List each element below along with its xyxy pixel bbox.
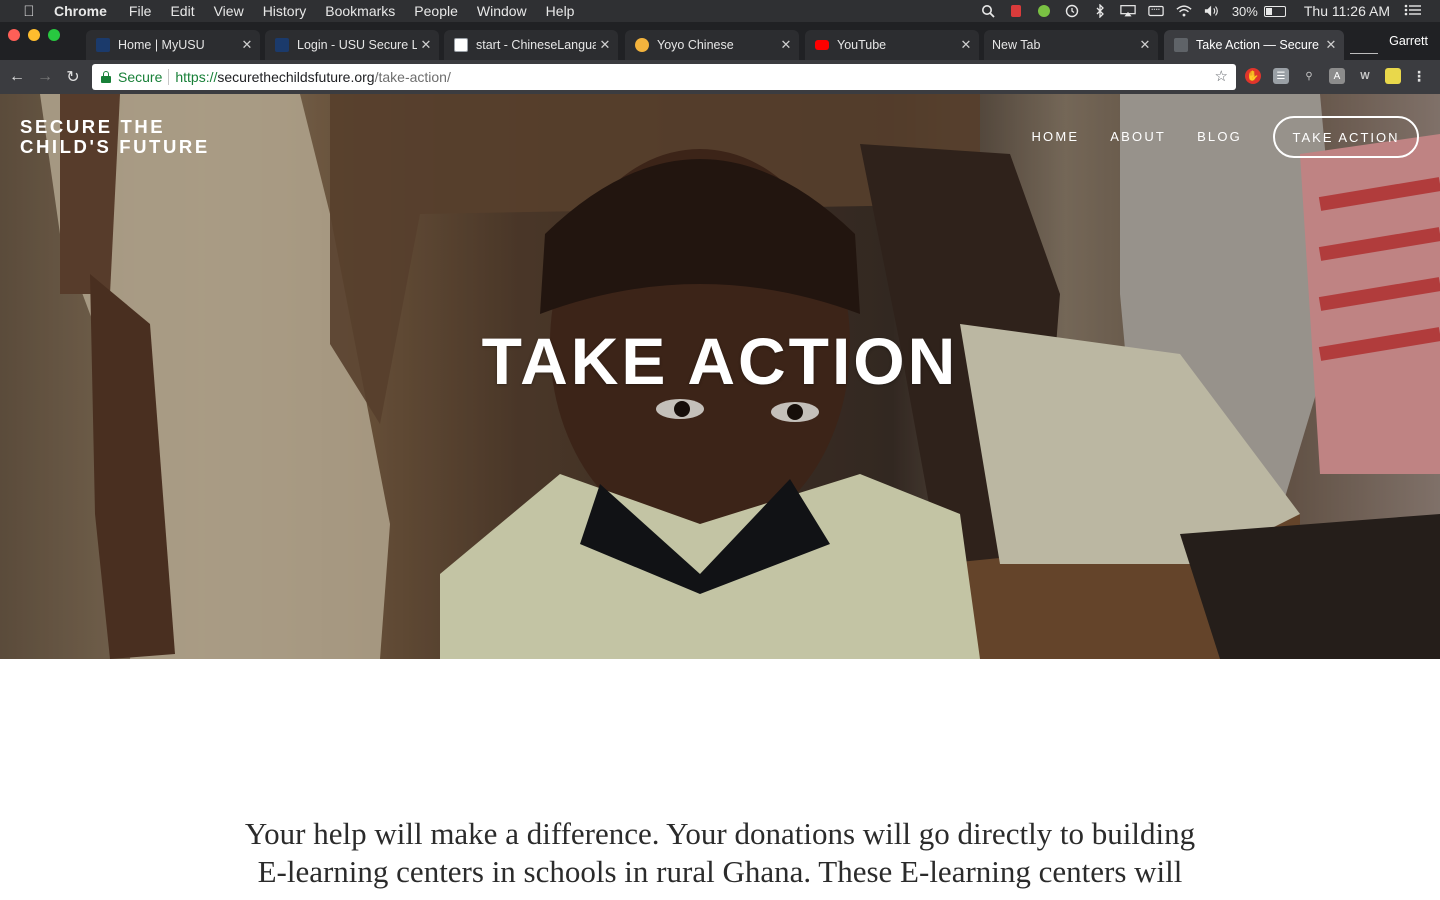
close-tab-icon[interactable]: ✕: [596, 37, 614, 53]
take-action-button[interactable]: TAKE ACTION: [1273, 116, 1419, 158]
browser-tab-myusu[interactable]: Home | MyUSU ✕: [86, 30, 260, 60]
site-logo-line2: CHILD'S FUTURE: [20, 136, 210, 157]
menubar-status-area: 30% Thu 11:26 AM: [980, 0, 1440, 22]
close-tab-icon[interactable]: ✕: [1136, 37, 1154, 53]
chat-extension-icon[interactable]: ☰: [1273, 68, 1289, 84]
secure-label: Secure: [118, 69, 163, 85]
close-tab-icon[interactable]: ✕: [417, 37, 435, 53]
search-extension-icon[interactable]: ⚲: [1301, 68, 1317, 84]
close-tab-icon[interactable]: ✕: [777, 37, 795, 53]
browser-tab-chinese-language[interactable]: start - ChineseLanguage ✕: [444, 30, 618, 60]
url-host: securethechildsfuture.org: [217, 69, 375, 85]
tab-title: YouTube: [837, 38, 887, 52]
usu-favicon-icon: [96, 38, 110, 52]
volume-icon[interactable]: [1204, 4, 1220, 18]
browser-tab-strip: Home | MyUSU ✕ Login - USU Secure Login …: [0, 22, 1440, 60]
extension-icons: ✋ ☰ ⚲ A W: [1245, 68, 1413, 84]
bluetooth-icon[interactable]: [1092, 4, 1108, 18]
browser-tab-usu-login[interactable]: Login - USU Secure Login ✕: [265, 30, 439, 60]
time-machine-icon[interactable]: [1064, 4, 1080, 18]
battery-percent: 30%: [1231, 3, 1258, 19]
evernote-icon[interactable]: [1036, 4, 1052, 18]
menu-window[interactable]: Window: [477, 3, 527, 19]
url-divider: [168, 69, 170, 85]
highlighter-extension-icon[interactable]: [1385, 68, 1401, 84]
cardhop-icon[interactable]: [1008, 4, 1024, 18]
url-scheme: https://: [175, 69, 218, 85]
minimize-window-button[interactable]: [28, 29, 40, 41]
menubar-clock[interactable]: Thu 11:26 AM: [1304, 3, 1390, 19]
menu-people[interactable]: People: [414, 3, 458, 19]
adblock-extension-icon[interactable]: ✋: [1245, 68, 1261, 84]
web-page: SECURE THE CHILD'S FUTURE HOME ABOUT BLO…: [0, 94, 1440, 900]
site-logo-line1: SECURE THE: [20, 116, 166, 137]
yoyo-favicon-icon: [635, 38, 649, 52]
browser-tab-yoyo-chinese[interactable]: Yoyo Chinese ✕: [625, 30, 799, 60]
site-navigation: HOME ABOUT BLOG: [1000, 129, 1242, 144]
browser-toolbar: ← → ↻ Secure https:// securethechildsfut…: [0, 60, 1440, 94]
bookmark-star-icon[interactable]: ☆: [1215, 67, 1228, 85]
tab-title: Login - USU Secure Login: [297, 38, 417, 52]
browser-tab-youtube[interactable]: YouTube ✕: [805, 30, 979, 60]
browser-tab-new-tab[interactable]: New Tab ✕: [984, 30, 1158, 60]
spotlight-search-icon[interactable]: [980, 4, 996, 18]
macos-menu-bar:  Chrome File Edit View History Bookmark…: [0, 0, 1440, 22]
fullscreen-window-button[interactable]: [48, 29, 60, 41]
close-tab-icon[interactable]: ✕: [957, 37, 975, 53]
menu-help[interactable]: Help: [546, 3, 575, 19]
intro-paragraph: Your help will make a difference. Your d…: [240, 815, 1200, 891]
notification-list-icon[interactable]: [1404, 3, 1422, 20]
hero-banner: SECURE THE CHILD'S FUTURE HOME ABOUT BLO…: [0, 94, 1440, 659]
tab-title: Take Action — Secure the Child's Future: [1196, 38, 1322, 52]
wiki-favicon-icon: [454, 38, 468, 52]
page-title: TAKE ACTION: [481, 324, 959, 398]
font-extension-icon[interactable]: A: [1329, 68, 1345, 84]
youtube-favicon-icon: [815, 40, 829, 50]
window-controls: [8, 29, 68, 41]
address-bar[interactable]: Secure https:// securethechildsfuture.or…: [92, 64, 1236, 90]
menu-app-chrome[interactable]: Chrome: [54, 3, 107, 19]
close-window-button[interactable]: [8, 29, 20, 41]
intro-line: E-learning centers in schools in rural G…: [257, 854, 1183, 889]
menu-history[interactable]: History: [263, 3, 307, 19]
tab-title: Yoyo Chinese: [657, 38, 734, 52]
menu-file[interactable]: File: [129, 3, 152, 19]
profile-name[interactable]: Garrett: [1389, 34, 1428, 48]
reload-icon[interactable]: ↻: [62, 66, 84, 88]
airplay-icon[interactable]: [1120, 4, 1136, 18]
nav-blog-link[interactable]: BLOG: [1197, 129, 1242, 144]
nav-home-link[interactable]: HOME: [1031, 129, 1079, 144]
browser-menu-icon[interactable]: ⋮: [1412, 68, 1426, 85]
keyboard-icon[interactable]: [1148, 4, 1164, 18]
menu-bookmarks[interactable]: Bookmarks: [325, 3, 395, 19]
apple-icon[interactable]: : [18, 3, 40, 20]
menu-view[interactable]: View: [214, 3, 244, 19]
tab-title: Home | MyUSU: [118, 38, 205, 52]
back-arrow-icon[interactable]: ←: [6, 66, 28, 88]
lock-icon[interactable]: [101, 71, 111, 83]
site-favicon-icon: [1174, 38, 1188, 52]
battery-icon[interactable]: [1263, 5, 1286, 17]
wikiwand-extension-icon[interactable]: W: [1357, 68, 1373, 84]
close-tab-icon[interactable]: ✕: [1322, 37, 1340, 53]
nav-about-link[interactable]: ABOUT: [1110, 129, 1166, 144]
intro-line: Your help will make a difference. Your d…: [244, 816, 1196, 851]
close-tab-icon[interactable]: ✕: [238, 37, 256, 53]
forward-arrow-icon[interactable]: →: [34, 66, 56, 88]
wifi-icon[interactable]: [1176, 4, 1192, 18]
usu-favicon-icon: [275, 38, 289, 52]
url-path: /take-action/: [374, 69, 451, 85]
new-tab-button[interactable]: [1350, 40, 1378, 54]
tab-title: start - ChineseLanguage: [476, 38, 596, 52]
menu-edit[interactable]: Edit: [170, 3, 194, 19]
site-logo[interactable]: SECURE THE CHILD'S FUTURE: [20, 117, 210, 157]
browser-tab-take-action[interactable]: Take Action — Secure the Child's Future …: [1164, 30, 1344, 60]
tab-title: New Tab: [992, 38, 1041, 52]
